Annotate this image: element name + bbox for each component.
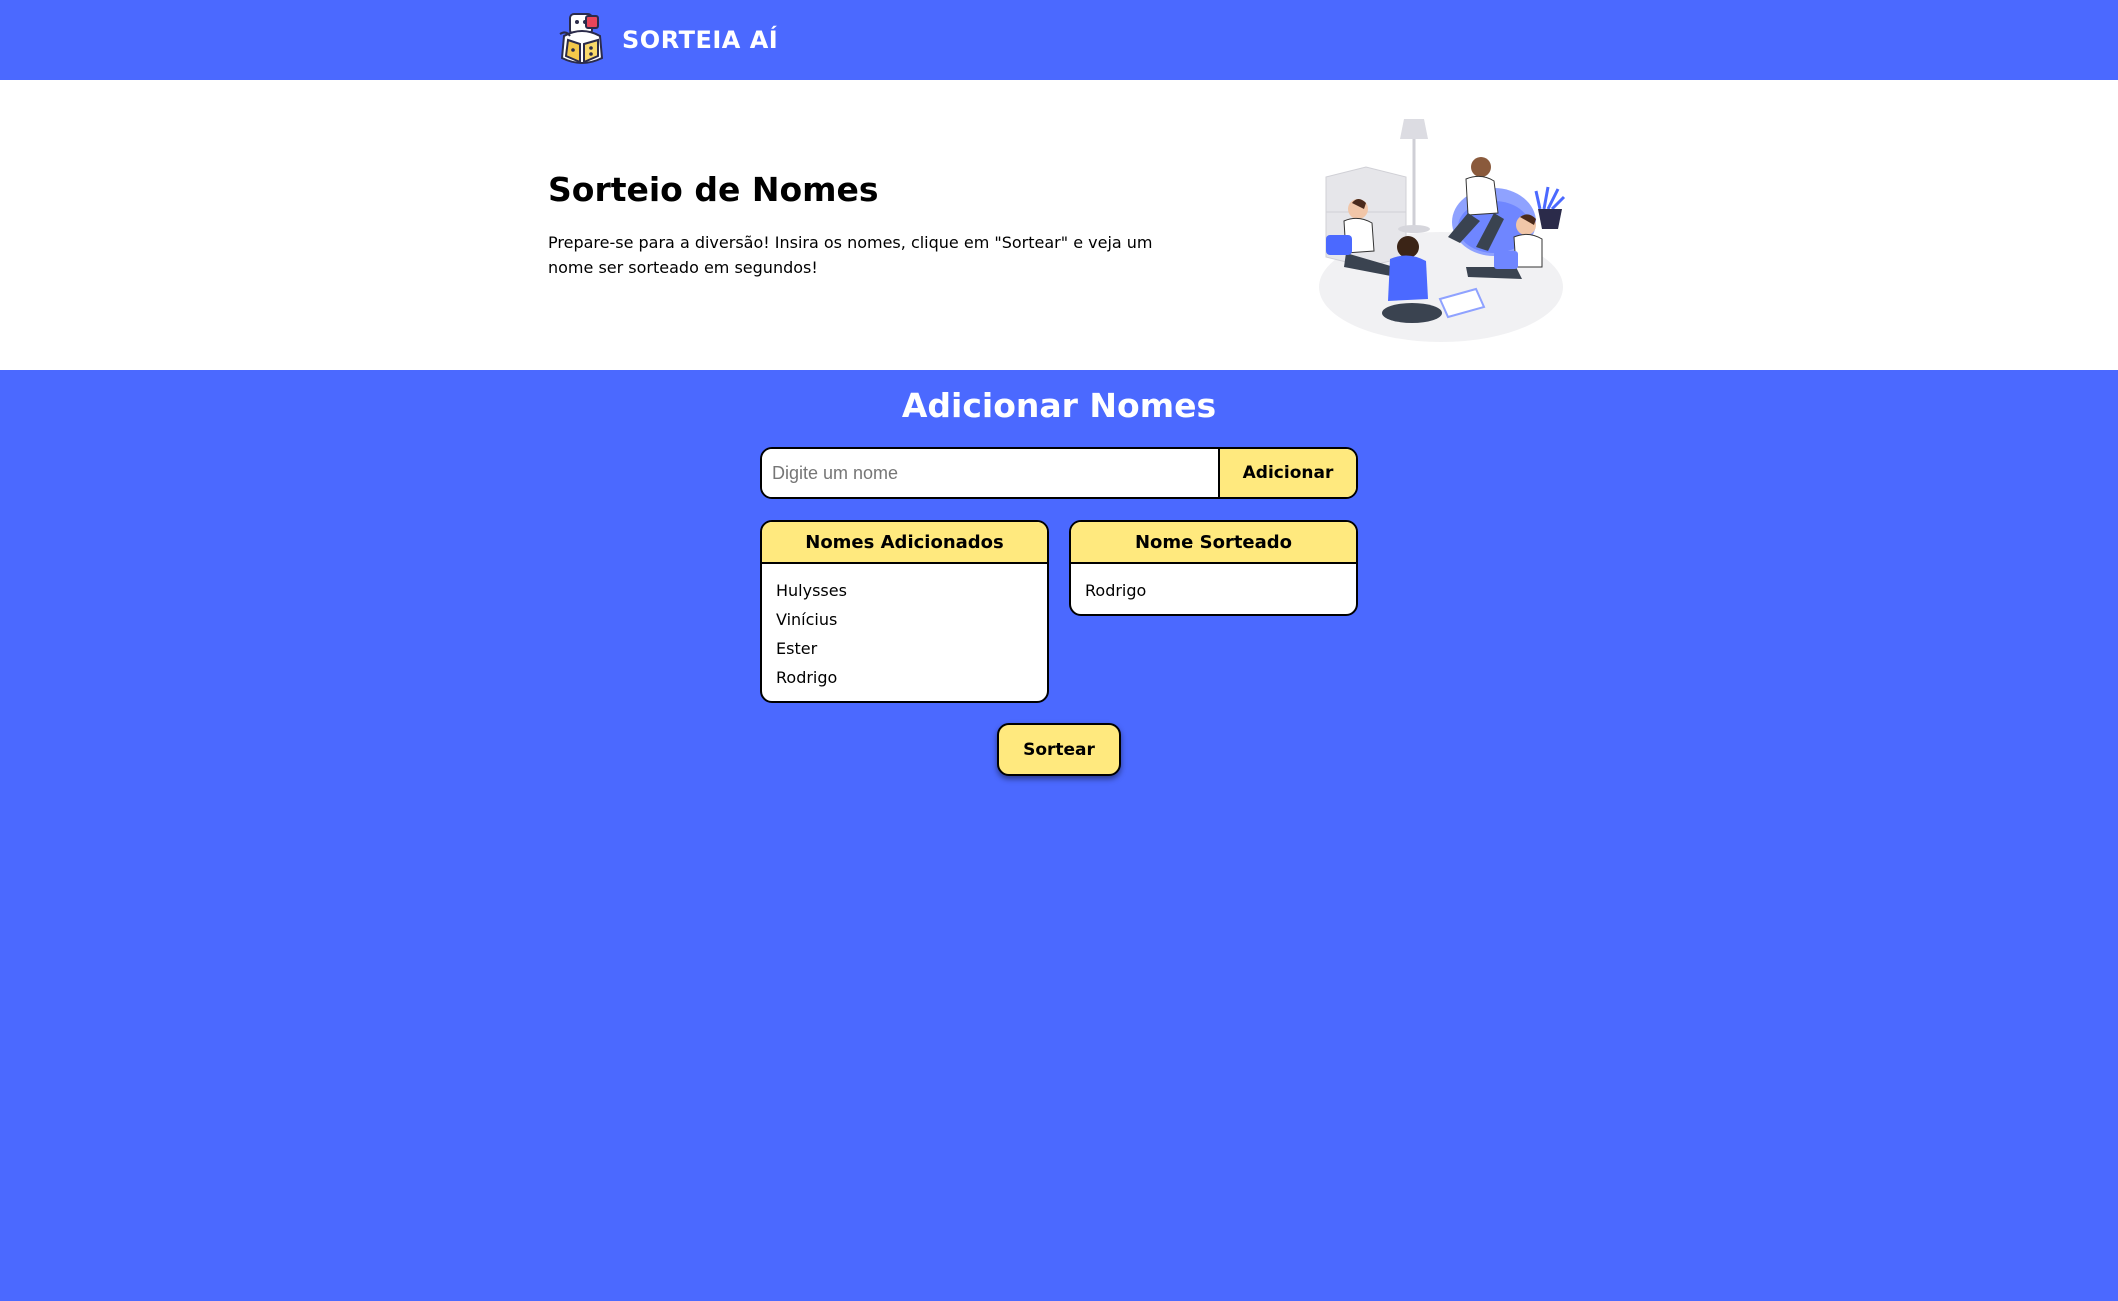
list-item: Vinícius xyxy=(776,610,838,629)
add-button[interactable]: Adicionar xyxy=(1218,449,1356,497)
top-header: SORTEIA AÍ xyxy=(0,0,2118,80)
hero-description: Prepare-se para a diversão! Insira os no… xyxy=(548,233,1153,277)
added-names-list: Hulysses Vinícius Ester Rodrigo xyxy=(762,564,1047,696)
draw-button[interactable]: Sortear xyxy=(997,723,1121,776)
add-names-title: Adicionar Nomes xyxy=(901,386,1217,425)
hero-section: Sorteio de Nomes Prepare-se para a diver… xyxy=(0,80,2118,370)
drawn-name-header: Nome Sorteado xyxy=(1071,522,1356,564)
list-item: Hulysses xyxy=(776,581,847,600)
brand-name: SORTEIA AÍ xyxy=(622,26,779,54)
add-name-form: Adicionar xyxy=(760,447,1358,499)
list-item: Rodrigo xyxy=(1085,581,1147,600)
added-names-card: Nomes Adicionados Hulysses Vinícius Este… xyxy=(760,520,1049,703)
drawn-name-list: Rodrigo xyxy=(1071,564,1356,609)
drawn-name-card: Nome Sorteado Rodrigo xyxy=(1069,520,1358,616)
list-item: Rodrigo xyxy=(776,668,838,687)
friends-hanging-out-illustration xyxy=(1319,119,1566,342)
name-input[interactable] xyxy=(762,449,1218,497)
brand[interactable]: SORTEIA AÍ xyxy=(556,12,778,68)
added-names-header: Nomes Adicionados xyxy=(762,522,1047,564)
dice-mascot-logo-icon xyxy=(559,13,604,64)
page-title: Sorteio de Nomes xyxy=(548,170,879,209)
list-item: Ester xyxy=(776,639,818,658)
